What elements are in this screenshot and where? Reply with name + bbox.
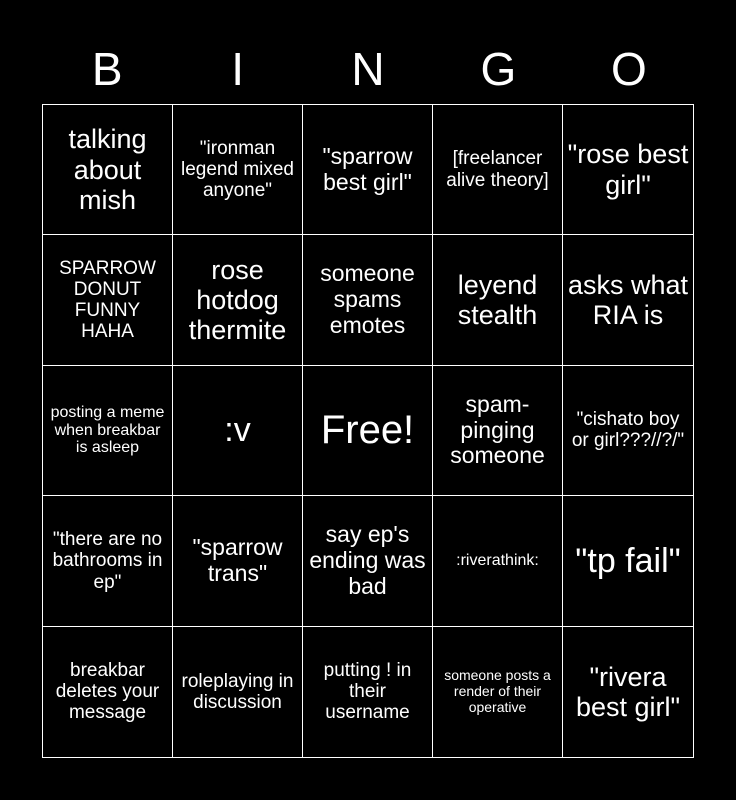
bingo-cell[interactable]: "ironman legend mixed anyone" — [173, 105, 303, 236]
bingo-cell[interactable]: "there are no bathrooms in ep" — [43, 496, 173, 627]
bingo-cell-free[interactable]: Free! — [303, 365, 433, 497]
bingo-cell[interactable]: "cishato boy or girl???//?/" — [563, 365, 693, 497]
bingo-cell[interactable]: :riverathink: — [433, 496, 563, 627]
bingo-cell[interactable]: "tp fail" — [563, 496, 693, 627]
bingo-cell[interactable]: putting ! in their username — [303, 626, 433, 757]
bingo-cell[interactable]: rose hotdog thermite — [173, 235, 303, 366]
bingo-cell[interactable]: "rivera best girl" — [563, 626, 693, 757]
bingo-cell[interactable]: talking about mish — [43, 105, 173, 236]
bingo-header: B I N G O — [42, 36, 694, 102]
bingo-cell[interactable]: "sparrow trans" — [173, 496, 303, 627]
bingo-cell[interactable]: breakbar deletes your message — [43, 626, 173, 757]
bingo-cell[interactable]: posting a meme when breakbar is asleep — [43, 365, 173, 497]
header-letter-n: N — [351, 43, 385, 95]
bingo-cell[interactable]: leyend stealth — [433, 235, 563, 366]
bingo-cell[interactable]: SPARROW DONUT FUNNY HAHA — [43, 235, 173, 366]
bingo-cell[interactable]: "sparrow best girl" — [303, 105, 433, 236]
bingo-cell[interactable]: spam-pinging someone — [433, 365, 563, 497]
header-letter-b: B — [91, 43, 123, 95]
header-letter-i: I — [231, 43, 244, 95]
bingo-cell[interactable]: :v — [173, 365, 303, 497]
bingo-card: B I N G O talking about mish "ironman le… — [0, 0, 736, 800]
bingo-cell[interactable]: "rose best girl" — [563, 105, 693, 236]
header-letter-o: O — [610, 43, 647, 95]
bingo-cell[interactable]: someone spams emotes — [303, 235, 433, 366]
bingo-cell[interactable]: roleplaying in discussion — [173, 626, 303, 757]
bingo-cell[interactable]: asks what RIA is — [563, 235, 693, 366]
header-letter-g: G — [480, 43, 517, 95]
bingo-cell[interactable]: someone posts a render of their operativ… — [433, 626, 563, 757]
bingo-cell[interactable]: say ep's ending was bad — [303, 496, 433, 627]
bingo-cell[interactable]: [freelancer alive theory] — [433, 105, 563, 236]
bingo-grid: talking about mish "ironman legend mixed… — [42, 104, 694, 758]
